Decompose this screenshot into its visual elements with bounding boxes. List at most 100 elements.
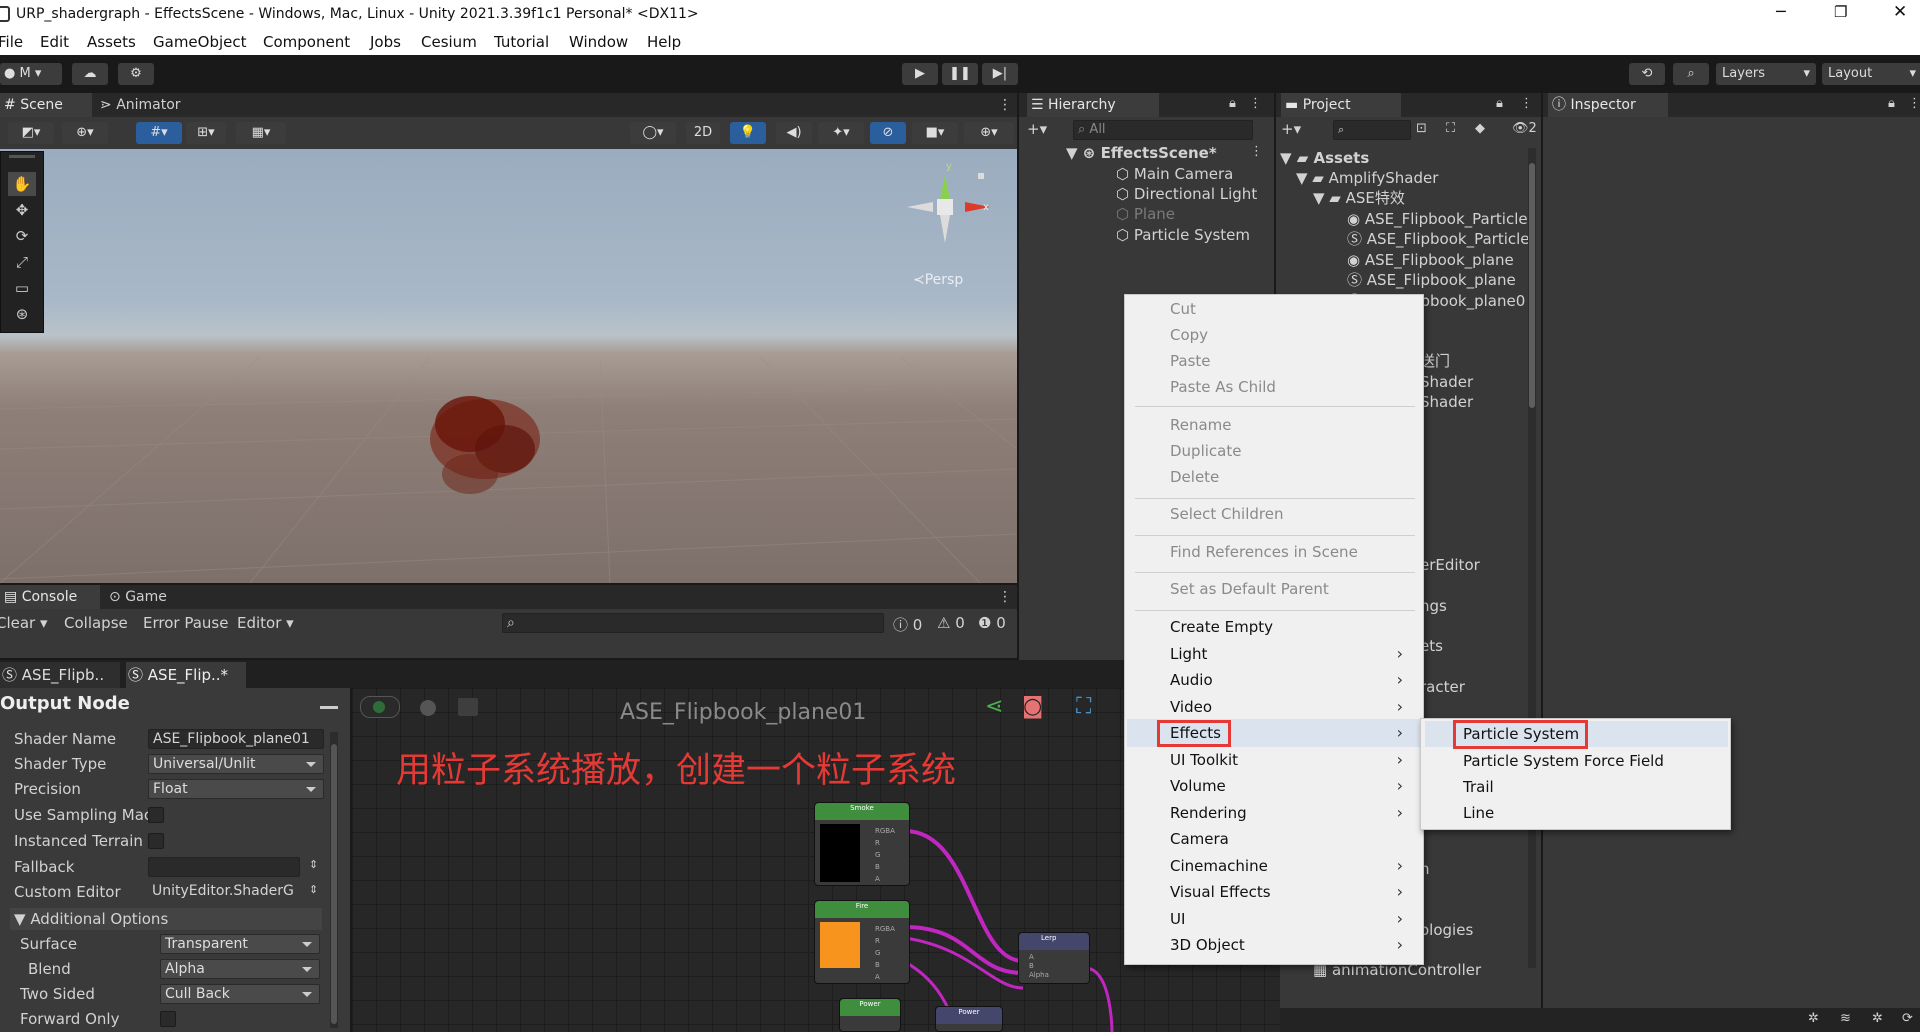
project-partial-4[interactable]: erEditor [1420,555,1480,575]
project-partial-9[interactable]: ologies [1420,920,1473,940]
persp-label[interactable]: ≺Persp [913,272,963,288]
project-lock-icon[interactable]: 🔒︎ [1496,96,1503,111]
hierarchy-item-plane[interactable]: ⬡ Plane [1116,204,1175,224]
tab-hierarchy[interactable]: ☰ Hierarchy [1027,93,1159,117]
surface-dropdown[interactable]: Transparent [160,934,320,954]
globe-icon[interactable]: ⊕▾ [62,122,108,144]
draw-mode-dropdown[interactable]: ◩▾ [8,122,54,144]
kebab-menu-icon[interactable]: ⋮ [994,93,1012,117]
menu-item-delete[interactable]: Delete [1170,465,1219,489]
project-partial-2[interactable]: Shader [1420,372,1473,392]
submenu-item-trail[interactable]: Trail [1463,775,1494,799]
effects-icon[interactable]: ✦▾ [818,122,864,144]
menu-item-effects[interactable]: Effects [1170,721,1221,745]
gizmos-icon[interactable]: ⊕▾ [964,122,1014,144]
menu-item-paste[interactable]: Paste [1170,349,1211,373]
menu-item-cinemachine[interactable]: Cinemachine [1170,854,1268,878]
menu-edit[interactable]: Edit [40,33,69,51]
menu-item-select-children[interactable]: Select Children [1170,502,1283,526]
transform-tool-icon[interactable]: ⊛ [8,302,36,326]
history-icon[interactable]: ⟲ [1629,63,1665,85]
step-button[interactable]: ▶| [982,63,1018,85]
info-count[interactable]: ⓘ 0 [893,614,922,635]
cloud-icon[interactable]: ☁ [72,63,108,85]
add-object-button[interactable]: +▾ [1027,120,1047,138]
blend-dropdown[interactable]: Alpha [160,959,320,979]
layers-stack-icon[interactable]: ≋ [1840,1011,1851,1026]
lock-icon[interactable]: 🔒︎ [1229,96,1236,111]
menu-item-ui-toolkit[interactable]: UI Toolkit [1170,748,1238,772]
project-partial-7[interactable]: racter [1420,677,1465,697]
layout-dropdown[interactable]: Layout ▾ [1822,63,1920,85]
pause-button[interactable]: ❚❚ [942,63,978,85]
tab-console[interactable]: ▤ Console [0,585,100,609]
project-search-input[interactable]: ⌕ [1333,120,1411,140]
label-icon[interactable]: ◆ [1475,121,1485,136]
menu-assets[interactable]: Assets [87,33,136,51]
menu-item-paste-as-child[interactable]: Paste As Child [1170,375,1276,399]
two-sided-dropdown[interactable]: Cull Back [160,984,320,1004]
toolstrip-handle[interactable] [9,155,35,158]
inspector-lock-icon[interactable]: 🔒︎ [1888,96,1895,111]
node-power-2[interactable]: Power [935,1006,1003,1032]
project-partial-5[interactable]: ngs [1420,596,1447,616]
menu-cesium[interactable]: Cesium [421,33,477,51]
hierarchy-item-directional-light[interactable]: ⬡ Directional Light [1116,184,1257,204]
create-asset-button[interactable]: +▾ [1281,120,1301,138]
project-kebab-icon[interactable]: ⋮ [1520,96,1533,111]
search-by-type-icon[interactable]: ⊡ [1416,121,1427,136]
menu-item-rename[interactable]: Rename [1170,413,1232,437]
menu-jobs[interactable]: Jobs [370,33,401,51]
tab-project[interactable]: ▬ Project [1281,93,1401,117]
close-icon[interactable]: ✕ [1893,2,1907,22]
settings-icon[interactable]: ⚙ [118,63,154,85]
menu-help[interactable]: Help [647,33,681,51]
search-by-label-icon[interactable]: ⛶ [1446,121,1455,136]
menu-item-visual-effects[interactable]: Visual Effects [1170,880,1271,904]
sync-icon[interactable]: ⟳ [1902,1011,1913,1026]
node-smoke[interactable]: Smoke RGBA R G B A [814,802,910,886]
menu-item-create-empty[interactable]: Create Empty [1170,615,1273,639]
additional-options-header[interactable]: ▼ Additional Options [10,908,322,930]
menu-item-light[interactable]: Light [1170,642,1207,666]
scene-root[interactable]: ▼ ⊛ EffectsScene* [1066,143,1217,163]
hierarchy-kebab-icon[interactable]: ⋮ [1249,96,1262,111]
submenu-item-line[interactable]: Line [1463,801,1494,825]
minimize-icon[interactable]: ─ [1776,2,1786,21]
layers-dropdown[interactable]: Layers ▾ [1716,63,1816,85]
hidden-packages-icon[interactable]: 👁︎2 [1512,121,1537,136]
project-partial-1[interactable]: 送门 [1420,351,1450,371]
node-power-1[interactable]: Power [839,998,901,1032]
shader-type-dropdown[interactable]: Universal/Unlit [148,754,324,774]
scene-kebab-icon[interactable]: ⋮ [1250,144,1263,159]
menu-item-cut[interactable]: Cut [1170,297,1196,321]
output-panel-scroll-thumb[interactable] [331,744,337,1024]
fallback-input[interactable] [148,857,300,877]
error-count[interactable]: ❶ 0 [978,614,1006,632]
menu-item-camera[interactable]: Camera [1170,827,1229,851]
scale-tool-icon[interactable]: ⤢ [8,250,36,274]
shader-tab-1[interactable]: Ⓢ ASE_Flipb.. [0,662,120,688]
editor-dropdown[interactable]: Editor ▾ [237,614,294,632]
output-panel-scrollbar[interactable] [330,732,338,1028]
submenu-item-particle-system[interactable]: Particle System [1463,722,1579,746]
collapse-button[interactable]: Collapse [64,614,128,632]
restore-icon[interactable]: ❐ [1834,3,1847,21]
hierarchy-item-main-camera[interactable]: ⬡ Main Camera [1116,164,1233,184]
instanced-terrain-checkbox[interactable] [148,833,164,849]
menu-window[interactable]: Window [569,33,628,51]
menu-item-audio[interactable]: Audio [1170,668,1213,692]
menu-tutorial[interactable]: Tutorial [494,33,549,51]
project-asset-3[interactable]: ◉ ASE_Flipbook_plane [1347,250,1514,270]
move-tool-icon[interactable]: ✥ [8,198,36,222]
project-asset-1[interactable]: ◉ ASE_Flipbook_Particle [1347,209,1528,229]
menu-item-copy[interactable]: Copy [1170,323,1208,347]
clear-button[interactable]: Clear ▾ [0,614,48,632]
menu-item-set-default-parent[interactable]: Set as Default Parent [1170,577,1329,601]
tab-inspector[interactable]: ⓘ Inspector [1548,93,1668,117]
grid-snap-icon[interactable]: #▾ [136,122,182,144]
menu-file[interactable]: File [0,33,23,51]
rect-tool-icon[interactable]: ▭ [8,276,36,300]
menu-item-duplicate[interactable]: Duplicate [1170,439,1241,463]
collapse-panel-icon[interactable] [320,706,338,709]
